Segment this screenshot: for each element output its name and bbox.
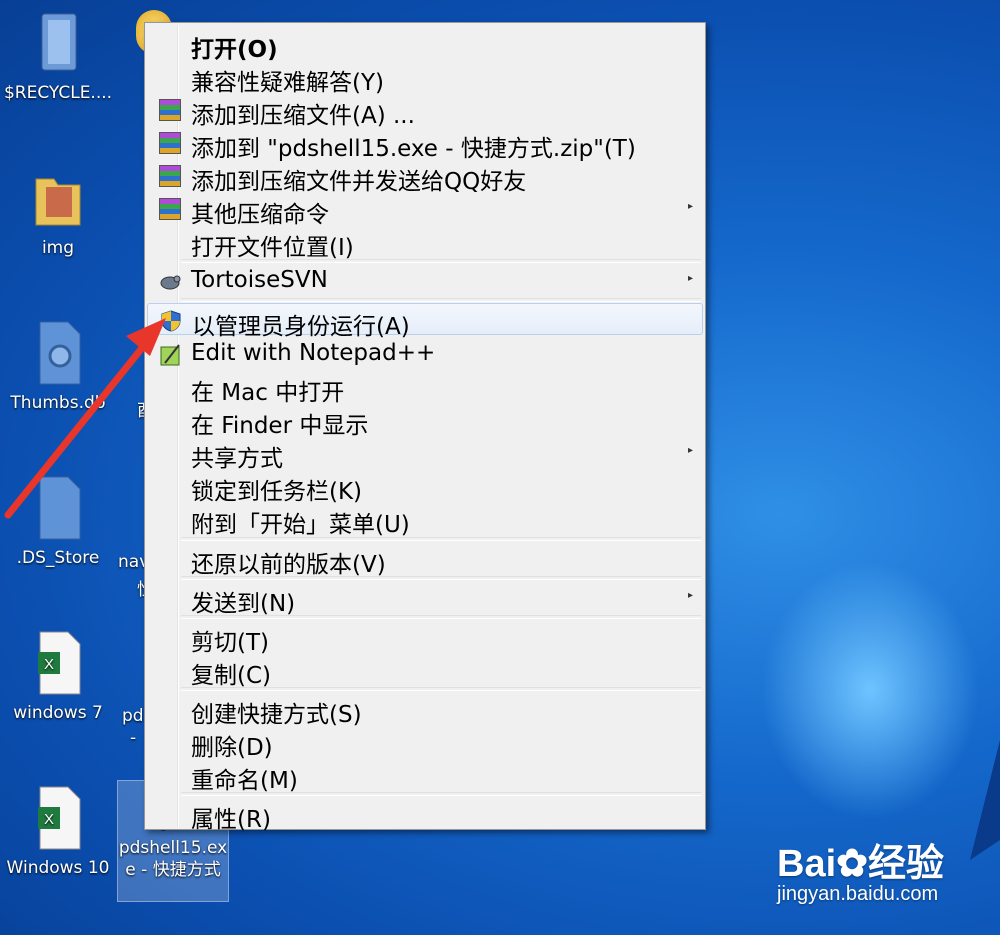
watermark-brand: Bai	[777, 843, 837, 885]
watermark-url: jingyan.baidu.com	[777, 883, 939, 905]
desktop-decoration	[970, 740, 1000, 860]
baidu-watermark: Bai✿经验 jingyan.baidu.com	[777, 832, 944, 906]
watermark-brand-cn: 经验	[867, 841, 944, 885]
annotation-arrow	[4, 318, 166, 519]
paw-icon: ✿	[836, 843, 868, 885]
